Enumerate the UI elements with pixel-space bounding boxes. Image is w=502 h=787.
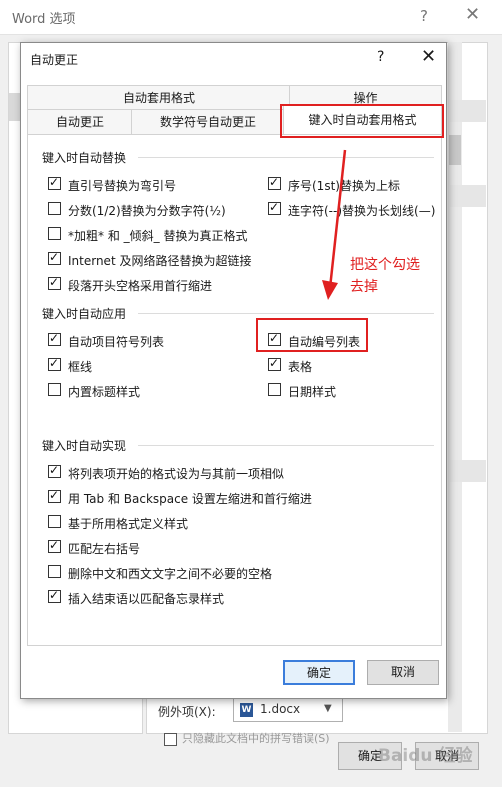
option-label: 段落开头空格采用首行缩进 [68,279,213,293]
section-replace-title: 键入时自动替换 [42,151,127,165]
section-divider [138,157,434,158]
option-borders[interactable]: 框线 [48,356,93,375]
option-label: 分数(1/2)替换为分数字符(½) [68,204,226,218]
option-match-brackets[interactable]: 匹配左右括号 [48,538,141,557]
option-label: 将列表项开始的格式设为与其前一项相似 [68,467,285,481]
option-label: 直引号替换为弯引号 [68,179,177,193]
watermark: Baidu 经验 [378,746,473,766]
checkbox[interactable] [48,227,61,240]
option-label: 表格 [288,360,313,374]
word-options-title: Word 选项 [12,12,76,27]
annotation-line-1: 把这个勾选 [350,257,420,273]
close-icon[interactable]: ✕ [421,46,436,67]
section-divider [138,313,434,314]
checkbox[interactable] [48,202,61,215]
option-label: 插入结束语以匹配备忘录样式 [68,592,225,606]
tab-math-autocorrect[interactable]: 数学符号自动更正 [131,109,285,135]
section-automatic-title: 键入时自动实现 [42,439,127,453]
option-date-styles[interactable]: 日期样式 [268,383,336,400]
annotation-note: 把这个勾选 去掉 [350,254,450,298]
option-label: 删除中文和西文文字之间不必要的空格 [68,567,273,581]
arrow-shaft [328,149,347,289]
option-hyperlinks[interactable]: Internet 及网络路径替换为超链接 [48,250,252,269]
tab-panel: 键入时自动替换 直引号替换为弯引号 序号(1st)替换为上标 分数(1/2)替换… [27,134,442,646]
option-bold-italic[interactable]: *加粗* 和 _倾斜_ 替换为真正格式 [48,227,247,244]
checkbox[interactable] [48,565,61,578]
highlight-numbering-box [256,318,368,352]
option-fractions[interactable]: 分数(1/2)替换为分数字符(½) [48,202,226,219]
option-tables[interactable]: 表格 [268,356,313,375]
hide-spelling-errors-label: 只隐藏此文档中的拼写错误(S) [182,732,330,745]
checkbox[interactable] [48,356,61,371]
checkbox[interactable] [48,538,61,553]
background-row [450,185,486,207]
checkbox[interactable] [48,275,61,290]
help-icon[interactable]: ? [377,49,384,65]
checkbox[interactable] [268,175,281,190]
checkbox[interactable] [268,200,281,215]
section-apply-title: 键入时自动应用 [42,307,127,321]
option-label: 匹配左右括号 [68,542,141,556]
option-first-line-indent[interactable]: 段落开头空格采用首行缩进 [48,275,213,294]
section-divider [138,445,434,446]
option-remove-spaces[interactable]: 删除中文和西文文字之间不必要的空格 [48,565,272,582]
word-document-icon: W [240,703,253,717]
options-scroll-thumb[interactable] [449,135,461,165]
chevron-down-icon: ▼ [324,703,332,714]
question-mark-icon[interactable]: ? [420,7,428,25]
close-icon[interactable]: ✕ [465,4,480,25]
annotation-line-2: 去掉 [350,279,378,295]
checkbox[interactable] [48,488,61,503]
option-label: 连字符(--)替换为长划线(—) [288,204,436,218]
option-tab-backspace-indent[interactable]: 用 Tab 和 Backspace 设置左缩进和首行缩进 [48,488,312,507]
dialog-title: 自动更正 [30,53,79,67]
option-define-styles[interactable]: 基于所用格式定义样式 [48,515,188,532]
option-label: *加粗* 和 _倾斜_ 替换为真正格式 [68,229,248,243]
option-label: 用 Tab 和 Backspace 设置左缩进和首行缩进 [68,492,312,506]
hide-spelling-errors-checkbox[interactable] [164,733,177,746]
checkbox[interactable] [48,515,61,528]
option-list-format[interactable]: 将列表项开始的格式设为与其前一项相似 [48,463,285,482]
ok-button[interactable]: 确定 [283,660,355,685]
option-label: 框线 [68,360,93,374]
checkbox[interactable] [48,250,61,265]
tab-autocorrect[interactable]: 自动更正 [27,109,133,135]
exceptions-label: 例外项(X): [158,705,216,719]
option-auto-bullets[interactable]: 自动项目符号列表 [48,331,165,350]
option-label: 基于所用格式定义样式 [68,517,189,531]
option-label: Internet 及网络路径替换为超链接 [68,254,252,268]
checkbox[interactable] [48,383,61,396]
checkbox[interactable] [48,331,61,346]
exceptions-document-select[interactable]: W 1.docx ▼ [233,698,343,722]
highlight-tab-box [280,104,444,138]
option-memo-closing[interactable]: 插入结束语以匹配备忘录样式 [48,588,225,607]
checkbox[interactable] [48,588,61,603]
background-row [450,100,486,122]
arrow-head [322,280,338,300]
option-label: 日期样式 [288,385,337,399]
checkbox[interactable] [48,463,61,478]
cancel-button[interactable]: 取消 [367,660,439,685]
option-straight-quotes[interactable]: 直引号替换为弯引号 [48,175,177,194]
tab-autoformat[interactable]: 自动套用格式 [27,85,291,110]
option-label: 内置标题样式 [68,385,141,399]
autocorrect-dialog: 自动更正 ? ✕ 自动套用格式 操作 自动更正 数学符号自动更正 键入时自动套用… [20,42,447,699]
checkbox[interactable] [268,356,281,371]
option-heading-styles[interactable]: 内置标题样式 [48,383,140,400]
checkbox[interactable] [268,383,281,396]
checkbox[interactable] [48,175,61,190]
exceptions-document-name: 1.docx [260,702,301,716]
word-options-titlebar: Word 选项 ? ✕ [0,0,502,35]
background-row [450,460,486,482]
option-label: 自动项目符号列表 [68,335,165,349]
